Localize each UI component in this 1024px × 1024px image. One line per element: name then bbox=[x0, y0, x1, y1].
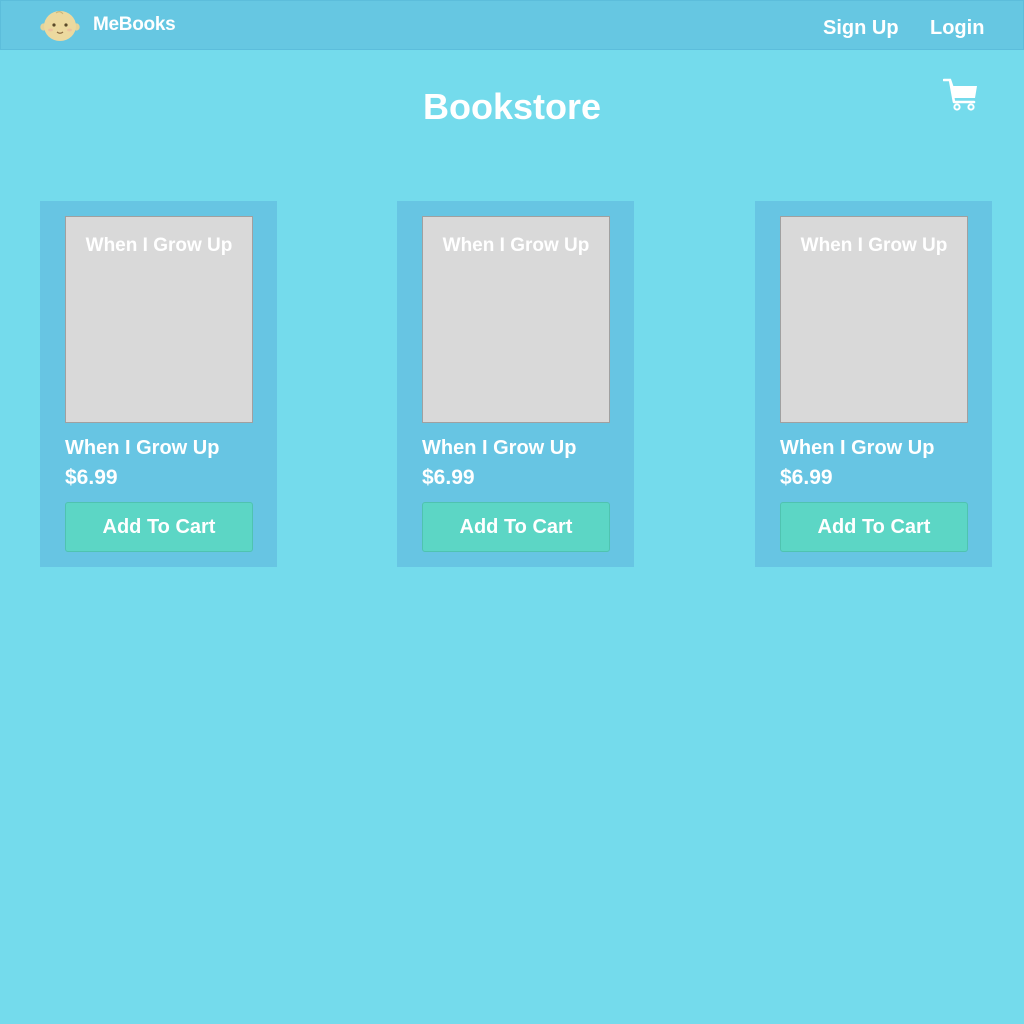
book-title: When I Grow Up bbox=[65, 437, 220, 459]
add-to-cart-button[interactable]: Add To Cart bbox=[65, 502, 253, 552]
add-to-cart-button[interactable]: Add To Cart bbox=[422, 502, 610, 552]
cover-title: When I Grow Up bbox=[800, 235, 948, 256]
baby-face-icon bbox=[40, 11, 80, 41]
book-card: When I Grow Up When I Grow Up $6.99 Add … bbox=[755, 201, 992, 567]
cover-title: When I Grow Up bbox=[442, 235, 590, 256]
book-card: When I Grow Up When I Grow Up $6.99 Add … bbox=[40, 201, 277, 567]
book-card: When I Grow Up When I Grow Up $6.99 Add … bbox=[397, 201, 634, 567]
sign-up-link[interactable]: Sign Up bbox=[823, 17, 899, 40]
book-title: When I Grow Up bbox=[780, 437, 935, 459]
book-price: $6.99 bbox=[780, 466, 833, 489]
brand[interactable]: MeBooks bbox=[39, 10, 176, 42]
book-price: $6.99 bbox=[65, 466, 118, 489]
book-price: $6.99 bbox=[422, 466, 475, 489]
page-title: Bookstore bbox=[422, 86, 602, 127]
brand-name: MeBooks bbox=[93, 14, 176, 35]
cart-icon bbox=[943, 78, 977, 111]
cover-title: When I Grow Up bbox=[85, 235, 233, 256]
top-navbar: MeBooks Sign Up Login bbox=[0, 0, 1024, 50]
cart-button[interactable] bbox=[943, 77, 979, 113]
add-to-cart-button[interactable]: Add To Cart bbox=[780, 502, 968, 552]
login-link[interactable]: Login bbox=[930, 17, 984, 40]
book-cover[interactable]: When I Grow Up bbox=[65, 216, 253, 423]
book-cover[interactable]: When I Grow Up bbox=[422, 216, 610, 423]
book-title: When I Grow Up bbox=[422, 437, 577, 459]
book-cover[interactable]: When I Grow Up bbox=[780, 216, 968, 423]
